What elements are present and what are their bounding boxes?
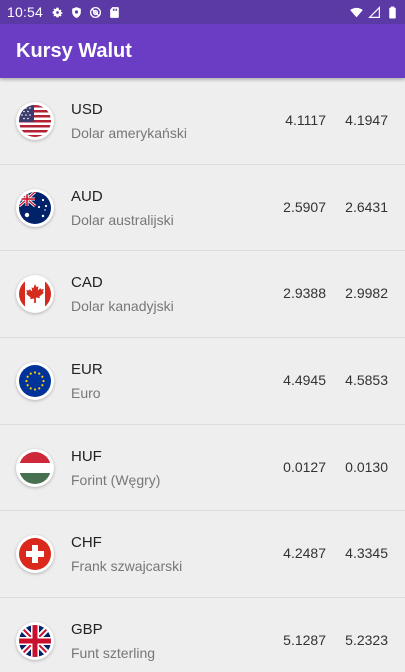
gb-flag-icon bbox=[16, 622, 54, 661]
buy-rate: 4.2487 bbox=[283, 545, 326, 562]
eu-flag-icon bbox=[16, 361, 54, 400]
currency-row-chf[interactable]: CHF Frank szwajcarski 4.2487 4.3345 bbox=[0, 511, 405, 599]
gear-icon bbox=[52, 7, 63, 17]
currency-row-gbp[interactable]: GBP Funt szterling 5.1287 5.2323 bbox=[0, 598, 405, 672]
buy-rate: 2.9388 bbox=[283, 285, 326, 302]
currency-names: HUF Forint (Węgry) bbox=[71, 447, 160, 490]
currency-row-huf[interactable]: HUF Forint (Węgry) 0.0127 0.0130 bbox=[0, 425, 405, 512]
buy-rate: 4.4945 bbox=[283, 371, 326, 388]
app-title: Kursy Walut bbox=[16, 39, 132, 62]
sell-rate: 4.5853 bbox=[345, 371, 388, 388]
sell-rate: 0.0130 bbox=[345, 458, 388, 475]
currency-name: Euro bbox=[71, 384, 101, 401]
buy-rate: 4.1117 bbox=[285, 111, 326, 128]
at-sign-icon bbox=[89, 6, 102, 18]
currency-name: Forint (Węgry) bbox=[71, 471, 161, 488]
currency-code: CAD bbox=[71, 274, 103, 292]
shield-icon bbox=[72, 6, 81, 18]
sell-rate: 4.1947 bbox=[345, 111, 388, 128]
ca-flag-icon bbox=[16, 275, 54, 314]
sell-rate: 2.9982 bbox=[345, 285, 388, 302]
status-time: 10:54 bbox=[7, 4, 44, 20]
buy-rate: 0.0127 bbox=[283, 458, 326, 475]
wifi-icon bbox=[350, 7, 363, 17]
currency-row-usd[interactable]: USD Dolar amerykański 4.1117 4.1947 bbox=[0, 78, 405, 165]
hu-flag-icon bbox=[16, 448, 54, 487]
currency-names: CHF Frank szwajcarski bbox=[71, 533, 182, 576]
currency-names: EUR Euro bbox=[71, 360, 103, 403]
currency-names: USD Dolar amerykański bbox=[71, 100, 187, 143]
currency-name: Frank szwajcarski bbox=[71, 558, 183, 575]
currency-names: CAD Dolar kanadyjski bbox=[71, 273, 174, 316]
currency-code: AUD bbox=[71, 187, 103, 205]
ch-flag-icon bbox=[16, 535, 54, 574]
currency-name: Dolar australijski bbox=[71, 211, 174, 228]
buy-rate: 5.1287 bbox=[283, 632, 326, 649]
currency-list: USD Dolar amerykański 4.1117 4.1947 AUD … bbox=[0, 78, 405, 672]
currency-row-eur[interactable]: EUR Euro 4.4945 4.5853 bbox=[0, 338, 405, 425]
status-bar: 10:54 bbox=[0, 0, 405, 24]
au-flag-icon bbox=[16, 188, 54, 227]
buy-rate: 2.5907 bbox=[283, 198, 326, 215]
currency-code: HUF bbox=[71, 447, 102, 465]
currency-name: Dolar kanadyjski bbox=[71, 298, 174, 315]
sell-rate: 4.3345 bbox=[345, 545, 388, 562]
app-bar: Kursy Walut bbox=[0, 24, 405, 78]
battery-icon bbox=[389, 6, 396, 18]
currency-row-aud[interactable]: AUD Dolar australijski 2.5907 2.6431 bbox=[0, 165, 405, 252]
sell-rate: 2.6431 bbox=[345, 198, 388, 215]
currency-row-cad[interactable]: CAD Dolar kanadyjski 2.9388 2.9982 bbox=[0, 251, 405, 339]
sell-rate: 5.2323 bbox=[345, 632, 388, 649]
signal-icon bbox=[368, 5, 380, 18]
currency-code: EUR bbox=[71, 360, 103, 378]
sd-card-icon bbox=[110, 6, 119, 18]
currency-code: GBP bbox=[71, 621, 103, 639]
currency-name: Dolar amerykański bbox=[71, 124, 187, 141]
currency-code: USD bbox=[71, 100, 103, 118]
us-flag-icon bbox=[16, 101, 54, 140]
currency-name: Funt szterling bbox=[71, 645, 156, 662]
currency-code: CHF bbox=[71, 534, 102, 552]
currency-names: AUD Dolar australijski bbox=[71, 187, 174, 230]
currency-names: GBP Funt szterling bbox=[71, 620, 155, 663]
